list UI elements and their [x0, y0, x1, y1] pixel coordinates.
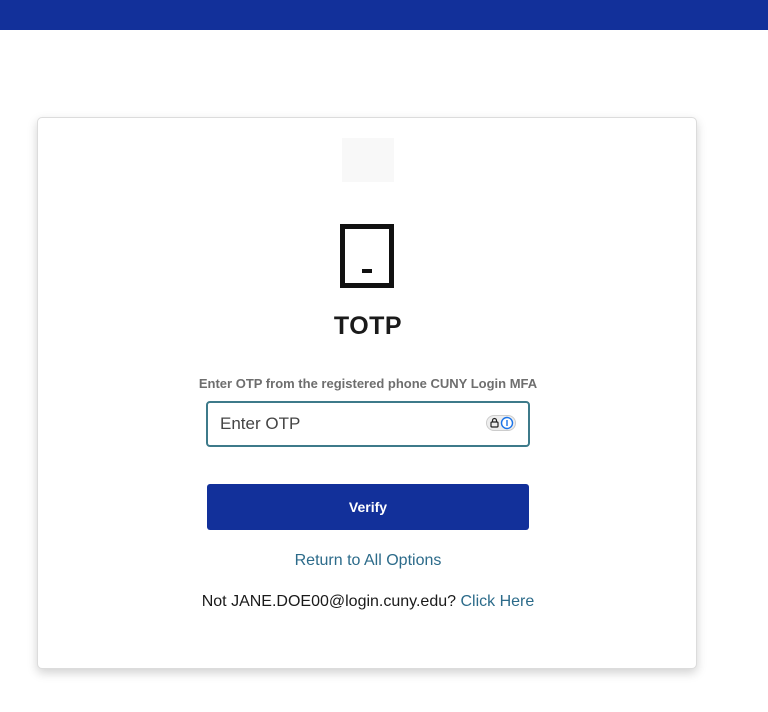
password-manager-icon[interactable] [486, 415, 516, 431]
otp-field-container [206, 401, 530, 447]
return-to-all-options-link[interactable]: Return to All Options [295, 552, 442, 569]
not-user-text: Not JANE.DOE00@login.cuny.edu? [201, 593, 457, 610]
verify-button[interactable]: Verify [207, 484, 529, 530]
not-user-row: Not JANE.DOE00@login.cuny.edu? Click Her… [38, 593, 698, 611]
mfa-card: TOTP Enter OTP from the registered phone… [37, 117, 697, 669]
tablet-phone-icon [340, 224, 394, 288]
click-here-link[interactable]: Click Here [460, 593, 534, 610]
page-title: TOTP [333, 312, 403, 340]
otp-instruction: Enter OTP from the registered phone CUNY… [198, 376, 538, 391]
top-banner [0, 0, 768, 30]
return-link-row: Return to All Options [38, 552, 698, 570]
logo-placeholder [342, 138, 394, 182]
otp-input[interactable] [208, 403, 478, 445]
